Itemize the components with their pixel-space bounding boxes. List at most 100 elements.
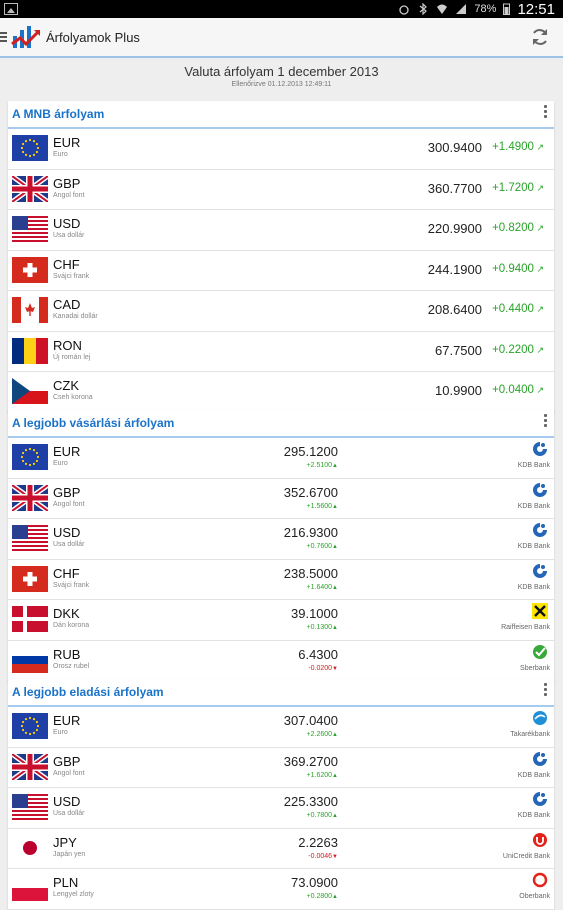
currency-code: EUR (53, 444, 81, 459)
rate-change: +1.5600▲ (258, 503, 338, 510)
currency-row[interactable]: USD Usa dollár 220.9900 +0.8200 ↗ (8, 210, 554, 251)
gallery-icon (4, 3, 18, 15)
currency-code: GBP (53, 484, 81, 500)
date-header: Valuta árfolyam 1 december 2013 Ellenőri… (0, 64, 563, 88)
ch-flag-icon (12, 256, 48, 283)
currency-name: Lengyel zloty (53, 891, 94, 898)
currency-row[interactable]: GBP Angol font 360.7700 +1.7200 ↗ (8, 170, 554, 210)
exchange-rate: 67.7500 (435, 342, 482, 358)
rate-change: +1.6400▲ (258, 584, 338, 591)
trend-up-arrow-icon: ↗ (533, 304, 544, 314)
currency-name: Angol font (53, 769, 85, 777)
currency-code: DKK (53, 606, 80, 621)
app-title: Árfolyamok Plus (46, 30, 140, 45)
currency-row[interactable]: CZK Cseh korona 10.9900 +0.0400 ↗ (8, 372, 554, 413)
currency-row[interactable]: GBP Angol font 369.2700 +1.6200▲ KDB Bank (8, 748, 554, 788)
currency-row[interactable]: PLN Lengyel zloty 73.0900 +0.2800▲ Oberbank (8, 869, 554, 910)
uk-flag-icon (12, 175, 48, 202)
currency-row[interactable]: RUB Orosz rubel 6.4300 -0.0200▼ Sberbank (8, 641, 554, 681)
trend-down-arrow-icon: ▼ (332, 665, 338, 672)
currency-row[interactable]: CHF Svájci frank 244.1900 +0.9400 ↗ (8, 251, 554, 291)
trend-up-arrow-icon: ▲ (332, 584, 338, 591)
pl-flag-icon (12, 875, 48, 901)
trend-up-arrow-icon: ↗ (533, 263, 544, 274)
bank-name: Raiffeisen Bank (501, 624, 550, 631)
refresh-icon[interactable] (529, 26, 551, 48)
rate-change: +2.2600▲ (258, 731, 338, 738)
currency-row[interactable]: JPY Japán yen 2.2263 -0.0046▼ UniCredit Bank (8, 829, 554, 869)
currency-row[interactable]: EUR Euro 295.1200 +2.5100▲ KDB Bank (8, 438, 554, 479)
ca-flag-icon (12, 297, 48, 323)
battery-icon (503, 3, 511, 15)
status-icons: 78% 12:51 (398, 0, 555, 18)
rate-change-value: +1.6200 (306, 771, 333, 779)
rate-change: +0.4400 ↗ (492, 303, 544, 315)
exchange-rate: 2.2263 (298, 834, 338, 850)
rate-change-value: +1.6400 (306, 583, 333, 591)
currency-row[interactable]: DKK Dán korona 39.1000 +0.1300▲ Raiffeisen B… (8, 600, 554, 641)
rate-change: +0.0400 ↗ (492, 384, 544, 396)
currency-row[interactable]: GBP Angol font 352.6700 +1.5600▲ KDB Bank (8, 479, 554, 519)
section-title: A legjobb vásárlási árfolyam (12, 416, 175, 430)
app-logo-icon[interactable] (10, 22, 42, 52)
jp-flag-icon (12, 834, 48, 861)
overflow-menu-icon[interactable] (544, 105, 548, 119)
currency-name: Usa dollár (53, 541, 85, 548)
currency-row[interactable]: RON Új román lej 67.7500 +0.2200 ↗ (8, 332, 554, 372)
trend-up-arrow-icon: ↗ (533, 385, 544, 395)
exchange-rate: 208.6400 (427, 302, 482, 317)
currency-name: Új román lej (53, 353, 91, 361)
currency-row[interactable]: CAD Kanadai dollár 208.6400 +0.4400 ↗ (8, 291, 554, 332)
bank-name: UniCredit Bank (502, 852, 550, 860)
us-flag-icon (12, 216, 48, 242)
trend-up-arrow-icon: ▲ (332, 625, 338, 631)
exchange-rate: 73.0900 (291, 875, 338, 890)
uk-flag-icon (12, 753, 48, 780)
rate-change: +1.6200▲ (258, 772, 338, 779)
currency-code: USD (53, 794, 81, 809)
bank-name: KDB Bank (517, 771, 550, 779)
currency-name: Angol font (53, 500, 85, 508)
oberbank-logo-icon (532, 872, 548, 888)
rate-change: +0.2800▲ (258, 893, 338, 900)
exchange-rate: 216.9300 (283, 525, 338, 540)
rate-change: +0.8200 ↗ (492, 222, 544, 234)
rate-change-value: +2.2600 (306, 731, 333, 738)
currency-row[interactable]: EUR Euro 307.0400 +2.2600▲ Takarékbank (8, 707, 554, 748)
status-bar: 78% 12:51 (0, 0, 563, 18)
kdb-bank-logo-icon (532, 791, 548, 807)
trend-up-arrow-icon: ↗ (533, 223, 544, 233)
exchange-rate: 238.5000 (283, 565, 338, 581)
currency-code: USD (53, 525, 81, 540)
eu-flag-icon (12, 135, 48, 161)
currency-code: PLN (53, 875, 79, 890)
wifi-icon (437, 4, 448, 14)
rate-change-value: +1.5600 (306, 502, 333, 510)
currency-row[interactable]: EUR Euro 300.9400 +1.4900 ↗ (8, 129, 554, 170)
rate-change-value: +0.4400 (492, 303, 534, 315)
currency-row[interactable]: CHF Svájci frank 238.5000 +1.6400▲ KDB Bank (8, 560, 554, 600)
checked-timestamp: Ellenőrizve 01.12.2013 12:49:11 (231, 81, 332, 88)
currency-row[interactable]: USD Usa dollár 216.9300 +0.7600▲ KDB Bank (8, 519, 554, 560)
currency-name: Usa dollár (53, 810, 85, 817)
rate-change-value: -0.0200 (308, 664, 333, 672)
app-bar: Árfolyamok Plus (0, 18, 563, 58)
overflow-menu-icon[interactable] (544, 414, 548, 428)
currency-code: RON (53, 337, 82, 353)
currency-name: Japán yen (53, 850, 86, 858)
currency-code: JPY (53, 834, 77, 850)
kdb-bank-logo-icon (532, 441, 548, 457)
bank-name: KDB Bank (517, 583, 550, 591)
currency-name: Cseh korona (53, 394, 93, 401)
menu-icon[interactable] (0, 32, 7, 42)
overflow-menu-icon[interactable] (544, 683, 548, 697)
trend-up-arrow-icon: ▲ (332, 463, 338, 469)
rate-change: +0.9400 ↗ (492, 263, 544, 275)
eu-flag-icon (12, 713, 48, 739)
ro-flag-icon (12, 337, 48, 364)
currency-code: GBP (53, 175, 81, 191)
currency-row[interactable]: USD Usa dollár 225.3300 +0.7800▲ KDB Bank (8, 788, 554, 829)
currency-code: RUB (53, 646, 81, 662)
buy-section: A legjobb vásárlási árfolyam EUR Euro 295.… (8, 410, 554, 681)
rate-change-value: +0.7600 (306, 543, 333, 550)
